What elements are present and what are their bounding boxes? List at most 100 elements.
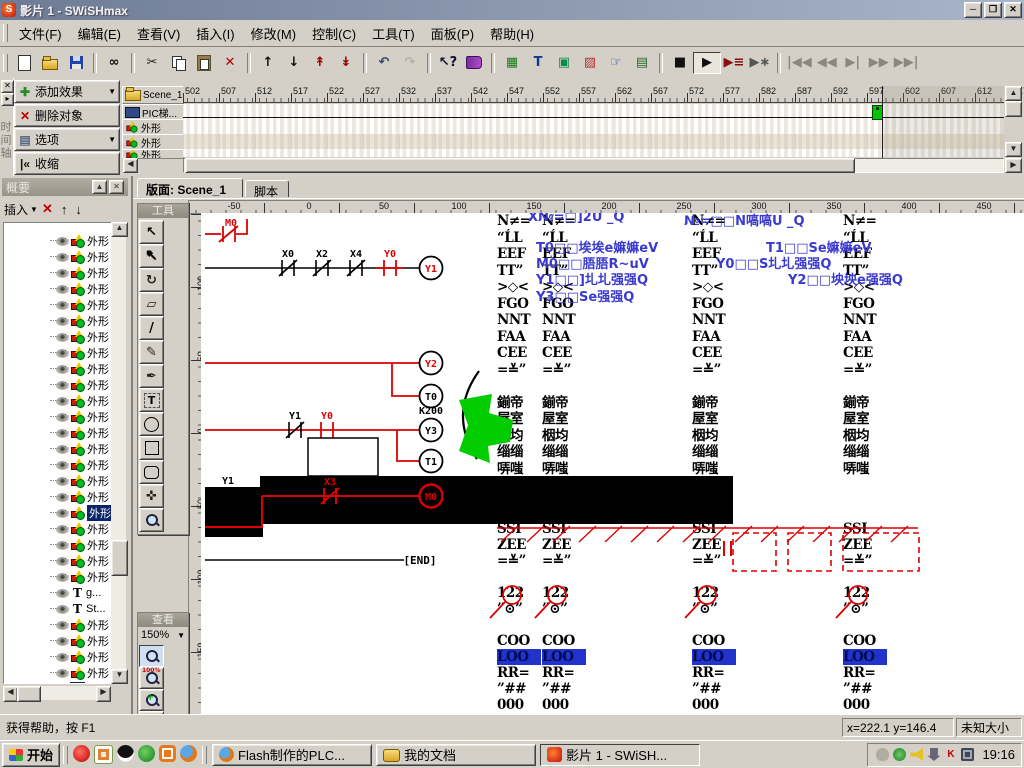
eye-icon[interactable] — [56, 589, 69, 598]
timeline-close-icon[interactable]: ✕ — [1, 80, 14, 93]
pen-tool[interactable]: ✒ — [139, 364, 164, 388]
outline-item[interactable]: 外形 — [4, 665, 112, 681]
eye-icon[interactable] — [56, 637, 69, 646]
rewind-icon[interactable]: ◀◀ — [814, 53, 840, 73]
eye-icon[interactable] — [56, 365, 69, 374]
outline-item[interactable]: 外形 — [4, 537, 112, 553]
tab-layout[interactable]: 版面: Scene_1 — [137, 178, 243, 197]
timeline-scroll-left-icon[interactable]: ◀ — [123, 158, 138, 173]
select-tool[interactable]: ↖ — [139, 220, 164, 244]
save-icon[interactable] — [63, 53, 89, 73]
taskbar-task-browser[interactable]: Flash制作的PLC... — [212, 744, 372, 766]
delete-icon[interactable]: ✕ — [217, 53, 243, 73]
play-effect-icon[interactable]: ▶∗ — [747, 53, 773, 73]
goto-start-icon[interactable]: |◀◀ — [785, 53, 814, 73]
maxthon-quick-icon[interactable] — [73, 745, 90, 762]
eye-icon[interactable] — [56, 269, 69, 278]
outline-close-icon[interactable]: ✕ — [109, 180, 124, 194]
zoom-tool[interactable] — [139, 645, 164, 667]
title-bar[interactable]: S 影片 1 - SWiSHmax ─ ❐ ✕ — [0, 0, 1024, 20]
eye-icon[interactable] — [56, 285, 69, 294]
eye-icon[interactable] — [56, 237, 69, 246]
outline-list[interactable]: 外形外形外形外形外形外形外形外形外形外形外形外形外形外形外形外形外形外形外形外形… — [3, 222, 113, 684]
outline-item[interactable]: 外形 — [4, 553, 112, 569]
outline-item[interactable]: −✦按钮 — [4, 681, 112, 684]
timeline-row-header[interactable]: Scene_1 — [122, 86, 184, 104]
copy-icon[interactable] — [165, 53, 191, 73]
timeline-ruler[interactable]: 5025075125175225275325375425475525575625… — [183, 86, 1004, 103]
insert-image-icon[interactable]: ▣ — [551, 53, 577, 73]
timeline-vscroll-thumb[interactable] — [1005, 101, 1022, 117]
outline-item[interactable]: 外形 — [4, 489, 112, 505]
outline-item[interactable]: 外形 — [4, 281, 112, 297]
outline-delete-icon[interactable]: ✕ — [42, 201, 53, 217]
bring-front-icon[interactable]: ↟ — [307, 53, 333, 73]
ime-tray-icon[interactable]: K — [944, 748, 957, 761]
line-tool[interactable]: / — [139, 316, 164, 340]
timeline-button-1[interactable]: ✚添加效果▼ — [14, 80, 120, 103]
eye-icon[interactable] — [56, 509, 69, 518]
eye-icon[interactable] — [56, 397, 69, 406]
timeline-grid[interactable]: 5025075125175225275325375425475525575625… — [183, 78, 1024, 176]
outline-item[interactable]: 外形 — [4, 649, 112, 665]
timeline-hscroll-thumb[interactable] — [185, 158, 855, 173]
play-icon[interactable]: ▶ — [693, 52, 721, 74]
stop-icon[interactable]: ■ — [667, 53, 693, 73]
outline-scroll-left-icon[interactable]: ◀ — [3, 686, 18, 702]
timeline-collapse-icon[interactable]: ▸ — [1, 93, 14, 106]
zoom-in-tool[interactable]: + — [139, 689, 164, 711]
zoom-100-tool[interactable]: 100% — [139, 667, 164, 689]
outline-item[interactable]: 外形 — [4, 329, 112, 345]
outline-move-up-icon[interactable]: ↑ — [61, 202, 68, 217]
insert-button-icon[interactable]: ☞ — [603, 53, 629, 73]
outline-item[interactable]: 外形 — [4, 409, 112, 425]
downloader-quick-icon[interactable] — [159, 745, 176, 762]
outline-item[interactable]: 外形 — [4, 393, 112, 409]
pencil-tool[interactable]: ✎ — [139, 340, 164, 364]
menu-item[interactable]: 查看(V) — [129, 21, 188, 46]
eye-icon[interactable] — [56, 413, 69, 422]
stage[interactable]: N≠=“ĹLEEFTT”>◇<FGONNTFAACEE=≚” 鎆帝屋室栶均缁缁哢… — [201, 213, 1024, 714]
menu-item[interactable]: 帮助(H) — [482, 21, 542, 46]
timeline-button-2[interactable]: ✕删除对象 — [14, 104, 120, 127]
outline-item[interactable]: 外形 — [4, 505, 112, 521]
rect-tool[interactable] — [139, 436, 164, 460]
eye-icon[interactable] — [56, 669, 69, 678]
menu-item[interactable]: 控制(C) — [304, 21, 364, 46]
outline-hscrollbar[interactable]: ◀ ▶ — [3, 686, 111, 700]
outline-collapse-icon[interactable]: ▲ — [92, 180, 107, 194]
view-palette-title[interactable]: 查看 — [138, 613, 188, 627]
outline-item[interactable]: 外形 — [4, 297, 112, 313]
eye-icon[interactable] — [56, 573, 69, 582]
insert-content-icon[interactable]: ▨ — [577, 53, 603, 73]
outline-scroll-up-icon[interactable]: ▲ — [111, 222, 128, 237]
eye-icon[interactable] — [56, 493, 69, 502]
outline-header[interactable]: 概要 ▲ ✕ — [2, 178, 128, 196]
timeline-button-4[interactable]: |«收缩 — [14, 152, 120, 175]
find-icon[interactable]: ∞ — [101, 53, 127, 73]
timeline-track[interactable] — [183, 119, 1004, 134]
qq-quick-icon[interactable] — [117, 745, 134, 762]
outline-item[interactable]: 外形 — [4, 361, 112, 377]
eye-icon[interactable] — [56, 621, 69, 630]
outline-item[interactable]: 外形 — [4, 345, 112, 361]
firefox-quick-icon[interactable] — [180, 745, 197, 762]
quick-launch-grip[interactable] — [63, 746, 68, 764]
outline-item[interactable]: 外形 — [4, 441, 112, 457]
autoshape-tool[interactable] — [139, 460, 164, 484]
undo-icon[interactable]: ↶ — [371, 53, 397, 73]
preview-frame-icon[interactable]: ▶| — [840, 53, 866, 73]
paste-icon[interactable] — [191, 53, 217, 73]
text-tool[interactable]: T — [139, 388, 164, 412]
transform-tool[interactable]: ↻ — [139, 268, 164, 292]
outline-item[interactable]: 外形 — [4, 265, 112, 281]
eye-icon[interactable] — [56, 333, 69, 342]
outline-vscrollbar[interactable]: ▲ ▼ — [111, 222, 126, 684]
eye-icon[interactable] — [56, 557, 69, 566]
menu-item[interactable]: 文件(F) — [11, 21, 70, 46]
maximize-button[interactable]: ❐ — [984, 2, 1002, 18]
eye-icon[interactable] — [56, 381, 69, 390]
outline-item[interactable]: 外形 — [4, 425, 112, 441]
outline-item[interactable]: Tg... — [4, 585, 112, 601]
menu-item[interactable]: 修改(M) — [243, 21, 305, 46]
